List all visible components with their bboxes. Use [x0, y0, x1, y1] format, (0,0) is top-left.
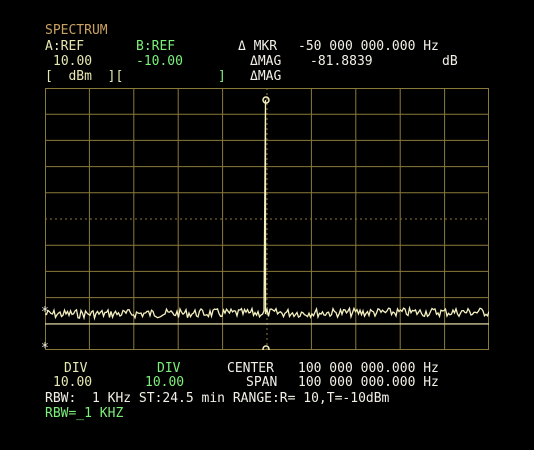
bottom-left-marker-icon: *	[41, 341, 49, 356]
center-frequency-label: CENTER	[227, 361, 274, 376]
span-value: 100 000 000.000 Hz	[298, 375, 439, 390]
marker-delta-label: Δ MKR	[238, 39, 278, 54]
channel-a-ref-value: 10.00	[53, 54, 93, 69]
channel-b-unit-close: ]	[218, 69, 226, 84]
center-frequency-value: 100 000 000.000 Hz	[298, 361, 439, 376]
delta-mag-label-b: ΔMAG	[250, 69, 282, 84]
spectrum-display	[45, 88, 489, 350]
delta-mag-label: ΔMAG	[250, 54, 282, 69]
div-a-value: 10.00	[53, 375, 93, 390]
delta-mag-value: -81.8839	[310, 54, 373, 69]
channel-b-ref-value: -10.00	[136, 54, 183, 69]
screen-title: SPECTRUM	[45, 23, 108, 38]
status-line: RBW: 1 KHz ST:24.5 min RANGE:R= 10,T=-10…	[45, 391, 390, 406]
div-b-label: DIV	[157, 361, 181, 376]
channel-b-ref-label: B:REF	[136, 39, 176, 54]
channel-a-unit: [ dBm ][	[45, 69, 124, 84]
channel-a-ref-label: A:REF	[45, 39, 85, 54]
trace-start-marker-icon: *	[41, 305, 49, 320]
command-input-line[interactable]: RBW=_1 KHZ	[45, 407, 123, 421]
marker-delta-value: -50 000 000.000 Hz	[298, 39, 439, 54]
span-label: SPAN	[246, 375, 278, 390]
div-b-value: 10.00	[145, 375, 185, 390]
delta-mag-unit: dB	[442, 54, 458, 69]
div-a-label: DIV	[64, 361, 88, 376]
